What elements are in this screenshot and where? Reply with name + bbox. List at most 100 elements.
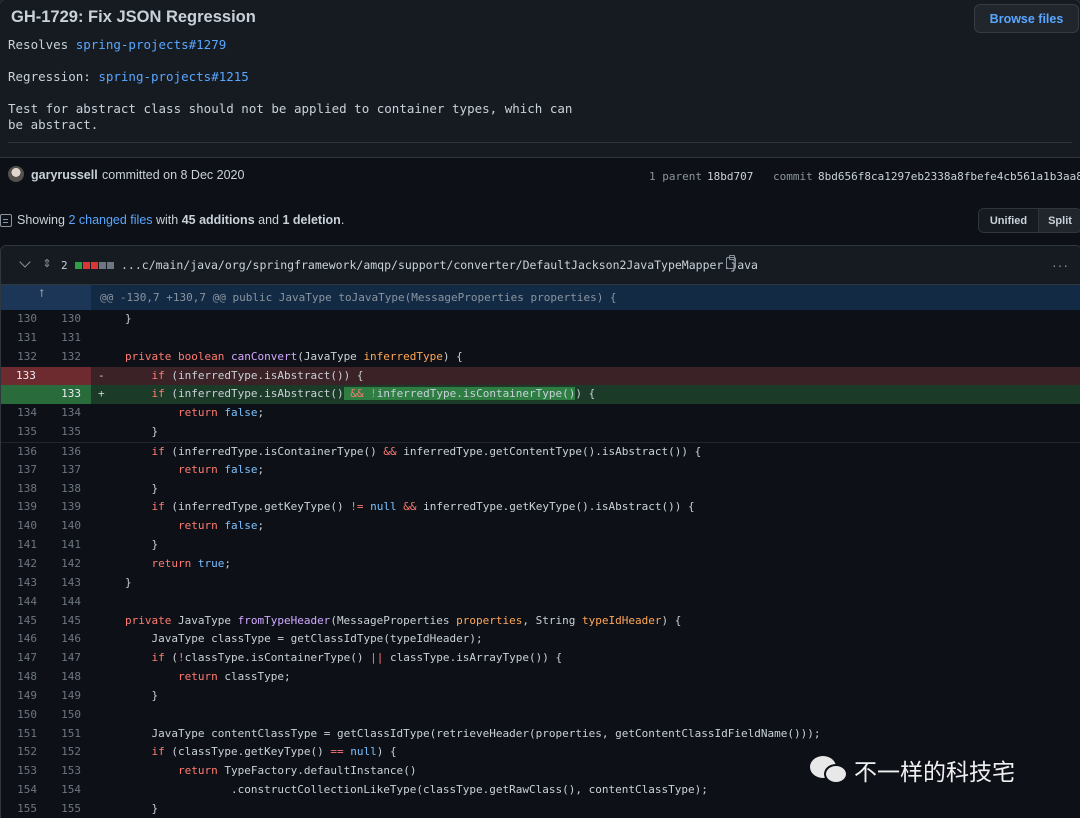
old-line-number[interactable]: 147: [1, 649, 37, 668]
unified-view-button[interactable]: Unified: [979, 209, 1039, 232]
old-line-number[interactable]: 148: [1, 668, 37, 687]
diff-marker: +: [98, 387, 105, 401]
committed-date: committed on 8 Dec 2020: [102, 168, 245, 182]
old-line-number[interactable]: 134: [1, 404, 37, 423]
new-line-number[interactable]: 130: [41, 310, 81, 329]
deletions-count: 1 deletion: [282, 213, 341, 227]
old-line-number[interactable]: 151: [1, 725, 37, 744]
old-line-number[interactable]: 135: [1, 423, 37, 442]
new-line-number[interactable]: 149: [41, 687, 81, 706]
old-line-number[interactable]: 137: [1, 461, 37, 480]
new-line-number[interactable]: 138: [41, 480, 81, 499]
new-line-number[interactable]: 147: [41, 649, 81, 668]
code-line: return TypeFactory.defaultInstance(): [177, 764, 417, 778]
old-line-number[interactable]: 143: [1, 574, 37, 593]
new-line-number[interactable]: 155: [41, 800, 81, 818]
diff-line: 132 132 private boolean canConvert(JavaTyp…: [1, 348, 1080, 367]
expand-up-icon[interactable]: ⭡: [39, 288, 44, 301]
new-line-number[interactable]: 146: [41, 630, 81, 649]
old-line-number[interactable]: 136: [1, 443, 37, 461]
watermark-text: 不一样的科技宅: [854, 760, 1015, 786]
copy-icon[interactable]: [726, 255, 736, 269]
new-line-number[interactable]: 148: [41, 668, 81, 687]
hunk-header-text: @@ -130,7 +130,7 @@ public JavaType toJa…: [100, 291, 617, 304]
new-line-number[interactable]: 134: [41, 404, 81, 423]
avatar[interactable]: [8, 166, 24, 182]
diff-line: 149 149 }: [1, 687, 1080, 706]
new-line-number[interactable]: 139: [41, 498, 81, 517]
code-line: }: [151, 688, 159, 702]
parent-sha-link[interactable]: 18bd707: [707, 170, 753, 183]
new-line-number[interactable]: 151: [41, 725, 81, 744]
new-line-number[interactable]: 136: [41, 443, 81, 461]
old-line-number[interactable]: 140: [1, 517, 37, 536]
new-line-number[interactable]: 133: [1, 385, 91, 405]
diffstat-block: [75, 262, 82, 269]
old-line-number[interactable]: 146: [1, 630, 37, 649]
old-line-number[interactable]: 144: [1, 593, 37, 612]
new-line-number[interactable]: 140: [41, 517, 81, 536]
old-line-number[interactable]: 145: [1, 612, 37, 631]
diff-line-deleted: 133- if (inferredType.isAbstract()) {: [1, 366, 1080, 386]
added-text-highlight: && !inferredType.isContainerType(): [343, 387, 576, 401]
diffstat-block: [99, 262, 106, 269]
split-view-button[interactable]: Split: [1039, 209, 1080, 232]
new-line-number[interactable]: 145: [41, 612, 81, 631]
diff-line: 139 139 if (inferredType.getKeyType() != …: [1, 498, 1080, 517]
new-line-number[interactable]: 131: [41, 329, 81, 348]
file-path-link[interactable]: ...c/main/java/org/springframework/amqp/…: [121, 258, 758, 272]
code-line: }: [125, 312, 132, 325]
old-line-number[interactable]: 154: [1, 781, 37, 800]
commit-header: GH-1729: Fix JSON Regression Browse file…: [0, 0, 1080, 194]
code-line: if (classType.getKeyType() == null) {: [151, 745, 397, 759]
diff-summary: Showing 2 changed files with 45 addition…: [0, 212, 344, 228]
old-line-number[interactable]: 152: [1, 743, 37, 762]
old-line-number[interactable]: 153: [1, 762, 37, 781]
divider: [8, 142, 1072, 143]
diff-line: 145 145 private JavaType fromTypeHeader(Me…: [1, 612, 1080, 631]
diff-line: 131 131: [1, 329, 1080, 348]
new-line-number[interactable]: 142: [41, 555, 81, 574]
diff-view-toggle: Unified Split: [978, 208, 1080, 233]
hunk-expand-gutter[interactable]: ⭡: [1, 285, 91, 310]
old-line-number[interactable]: 149: [1, 687, 37, 706]
old-line-number[interactable]: 139: [1, 498, 37, 517]
diff-line: 147 147 if (!classType.isContainerType() …: [1, 649, 1080, 668]
old-line-number[interactable]: 155: [1, 800, 37, 818]
old-line-number[interactable]: 142: [1, 555, 37, 574]
resolves-issue-link[interactable]: spring-projects#1279: [76, 37, 227, 52]
old-line-number[interactable]: 150: [1, 706, 37, 725]
unfold-icon[interactable]: ⇕: [41, 257, 53, 271]
browse-files-button[interactable]: Browse files: [974, 4, 1079, 33]
author-link[interactable]: garyrussell: [31, 168, 98, 182]
new-line-number[interactable]: 150: [41, 706, 81, 725]
new-line-number[interactable]: 132: [41, 348, 81, 367]
new-line-number[interactable]: 144: [41, 593, 81, 612]
code-line: return classType;: [177, 670, 291, 684]
new-line-number[interactable]: 137: [41, 461, 81, 480]
old-line-number[interactable]: 130: [1, 310, 37, 329]
old-line-number[interactable]: 138: [1, 480, 37, 499]
code-line: if (!classType.isContainerType() || clas…: [151, 651, 563, 665]
new-line-number[interactable]: 152: [41, 743, 81, 762]
kebab-horizontal-icon[interactable]: ···: [1052, 257, 1069, 273]
diffstat-block: [83, 262, 90, 269]
old-line-number[interactable]: 141: [1, 536, 37, 555]
new-line-number[interactable]: 153: [41, 762, 81, 781]
regression-issue-link[interactable]: spring-projects#1215: [98, 69, 249, 84]
new-line-number[interactable]: 135: [41, 423, 81, 442]
new-line-number[interactable]: 141: [41, 536, 81, 555]
diff-line: 138 138 }: [1, 480, 1080, 499]
file-diff: ⇕ 2 ...c/main/java/org/springframework/a…: [0, 245, 1080, 818]
new-line-number[interactable]: 154: [41, 781, 81, 800]
chevron-down-icon[interactable]: [19, 256, 31, 268]
diff-line: 141 141 }: [1, 536, 1080, 555]
diff-line: 134 134 return false;: [1, 404, 1080, 423]
changed-files-link[interactable]: 2 changed files: [68, 213, 152, 227]
code-line: JavaType classType = getClassIdType(type…: [151, 632, 483, 646]
new-line-number[interactable]: 143: [41, 574, 81, 593]
old-line-number[interactable]: 132: [1, 348, 37, 367]
old-line-number[interactable]: 131: [1, 329, 37, 348]
commit-title: GH-1729: Fix JSON Regression: [11, 8, 256, 26]
old-line-number[interactable]: 133: [1, 366, 91, 386]
